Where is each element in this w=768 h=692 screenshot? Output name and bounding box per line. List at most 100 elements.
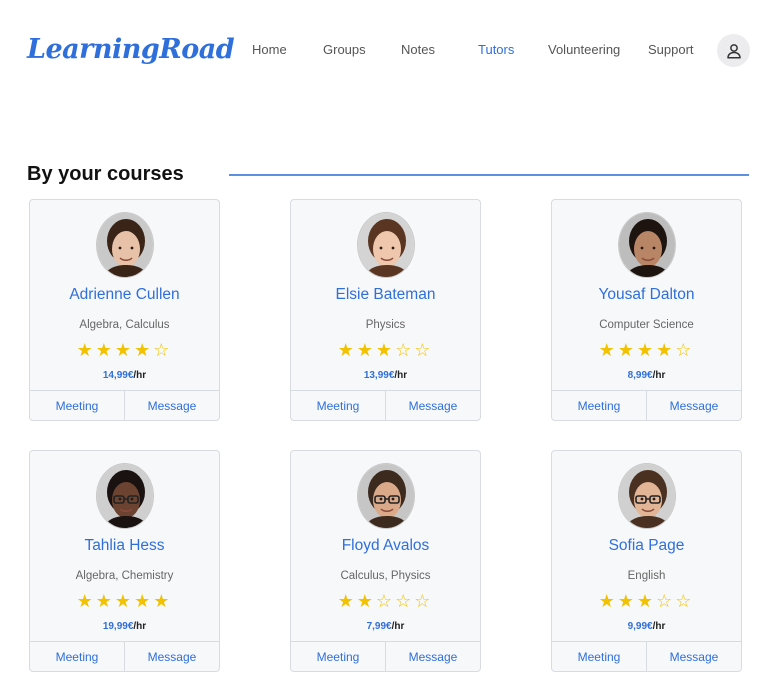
tutor-name[interactable]: Tahlia Hess [30,537,219,555]
star-filled-icon: ★ [114,591,135,611]
user-icon [726,43,741,58]
message-button[interactable]: Message [385,391,480,420]
nav-item-tutors[interactable]: Tutors [478,42,514,57]
star-empty-icon: ☆ [656,591,676,611]
star-filled-icon: ★ [598,340,618,360]
message-button[interactable]: Message [646,642,741,671]
star-empty-icon: ☆ [375,591,396,611]
profile-button[interactable] [717,34,750,67]
price-unit: /hr [652,621,666,632]
price-amount: 19,99€ [102,621,134,632]
tutor-subjects: Physics [365,319,406,331]
star-filled-icon: ★ [153,591,173,611]
star-empty-icon: ☆ [675,340,695,360]
tutor-card: Tahlia Hess Algebra, Chemistry ★★★★★ 19,… [29,450,220,672]
star-empty-icon: ☆ [414,340,434,360]
tutor-name[interactable]: Elsie Bateman [291,286,480,304]
price-amount: 7,99€ [366,621,392,632]
star-filled-icon: ★ [617,340,637,360]
tutor-name[interactable]: Adrienne Cullen [30,286,219,304]
tutor-subjects: Computer Science [599,319,694,331]
meeting-button[interactable]: Meeting [30,391,124,420]
tutor-card: Sofia Page English ★★★☆☆ 9,99€/hr Meetin… [551,450,742,672]
meeting-button[interactable]: Meeting [552,642,646,671]
tutor-photo [357,212,415,278]
message-button[interactable]: Message [124,642,219,671]
tutor-price: 9,99€/hr [552,621,741,632]
star-filled-icon: ★ [375,340,396,360]
price-unit: /hr [133,370,147,381]
card-actions: Meeting Message [291,390,480,420]
star-empty-icon: ☆ [675,591,695,611]
tutor-price: 13,99€/hr [291,370,480,381]
nav-item-home[interactable]: Home [252,42,287,57]
tutor-card: Floyd Avalos Calculus, Physics ★★☆☆☆ 7,9… [290,450,481,672]
star-filled-icon: ★ [656,340,676,360]
tutor-subjects: Algebra, Chemistry [75,570,174,582]
tutor-name[interactable]: Sofia Page [552,537,741,555]
tutor-photo [96,463,154,529]
rating-stars: ★★★★★ [30,591,219,612]
price-unit: /hr [652,370,666,381]
message-button[interactable]: Message [646,391,741,420]
rating-stars: ★★★☆☆ [291,340,480,361]
tutor-price: 14,99€/hr [30,370,219,381]
card-actions: Meeting Message [30,641,219,671]
section-title: By your courses [27,163,184,185]
tutor-card: Adrienne Cullen Algebra, Calculus ★★★★☆ … [29,199,220,421]
nav-item-groups[interactable]: Groups [323,42,366,57]
star-empty-icon: ☆ [414,591,434,611]
star-filled-icon: ★ [134,340,154,360]
tutor-photo [618,463,676,529]
card-actions: Meeting Message [291,641,480,671]
price-unit: /hr [391,621,405,632]
star-filled-icon: ★ [95,340,115,360]
tutor-subjects: Calculus, Physics [340,570,431,582]
star-empty-icon: ☆ [395,340,415,360]
star-filled-icon: ★ [337,591,357,611]
nav-item-volunteering[interactable]: Volunteering [548,42,620,57]
star-filled-icon: ★ [95,591,115,611]
star-filled-icon: ★ [76,591,96,611]
tutor-card: Elsie Bateman Physics ★★★☆☆ 13,99€/hr Me… [290,199,481,421]
message-button[interactable]: Message [124,391,219,420]
star-filled-icon: ★ [134,591,154,611]
main-nav: Home Groups Notes Tutors Volunteering Su… [0,42,768,62]
rating-stars: ★★★☆☆ [552,591,741,612]
nav-item-notes[interactable]: Notes [401,42,435,57]
star-filled-icon: ★ [636,340,657,360]
tutor-name[interactable]: Floyd Avalos [291,537,480,555]
star-filled-icon: ★ [598,591,618,611]
tutor-subjects: English [627,570,666,582]
tutor-name[interactable]: Yousaf Dalton [552,286,741,304]
tutor-photo [357,463,415,529]
card-actions: Meeting Message [30,390,219,420]
star-filled-icon: ★ [636,591,657,611]
star-filled-icon: ★ [114,340,135,360]
nav-item-support[interactable]: Support [648,42,694,57]
meeting-button[interactable]: Meeting [291,642,385,671]
tutor-subjects: Algebra, Calculus [79,319,170,331]
message-button[interactable]: Message [385,642,480,671]
meeting-button[interactable]: Meeting [30,642,124,671]
meeting-button[interactable]: Meeting [552,391,646,420]
star-filled-icon: ★ [337,340,357,360]
star-empty-icon: ☆ [153,340,173,360]
star-filled-icon: ★ [356,591,376,611]
star-empty-icon: ☆ [395,591,415,611]
rating-stars: ★★★★☆ [30,340,219,361]
tutor-price: 8,99€/hr [552,370,741,381]
tutor-card: Yousaf Dalton Computer Science ★★★★☆ 8,9… [551,199,742,421]
meeting-button[interactable]: Meeting [291,391,385,420]
price-unit: /hr [394,370,408,381]
price-amount: 13,99€ [363,370,395,381]
rating-stars: ★★☆☆☆ [291,591,480,612]
tutor-price: 7,99€/hr [291,621,480,632]
price-amount: 8,99€ [627,370,653,381]
tutor-photo [618,212,676,278]
star-filled-icon: ★ [76,340,96,360]
price-unit: /hr [133,621,147,632]
card-actions: Meeting Message [552,390,741,420]
section-divider [229,174,749,176]
tutor-photo [96,212,154,278]
